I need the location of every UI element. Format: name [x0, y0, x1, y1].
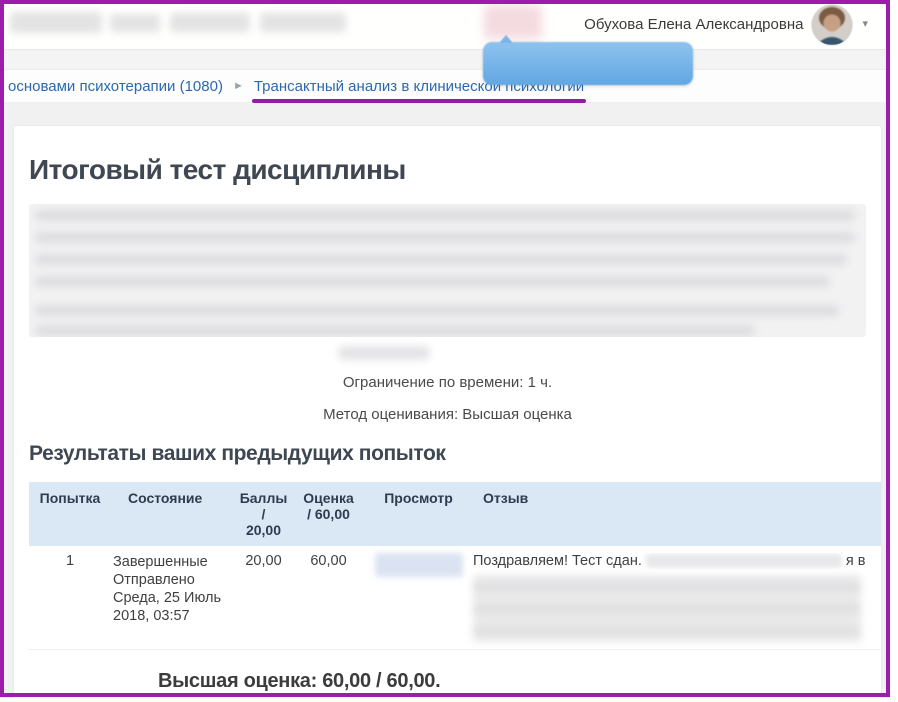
attempt-review-cell	[366, 546, 471, 650]
redacted-text-line	[35, 232, 855, 243]
time-limit-text: Ограничение по времени: 1 ч.	[14, 374, 881, 391]
redacted-text-line	[35, 305, 839, 316]
attempt-feedback: Поздравляем! Тест сдан. я в	[471, 546, 881, 650]
col-feedback: Отзыв	[471, 482, 881, 546]
table-header-row: Попытка Состояние Баллы / 20,00 Оценка /…	[29, 482, 881, 546]
final-grade-text: Высшая оценка: 60,00 / 60,00.	[158, 670, 881, 693]
col-grade: Оценка / 60,00	[291, 482, 366, 546]
chevron-down-icon[interactable]: ▾	[862, 19, 868, 30]
user-avatar[interactable]	[812, 5, 852, 45]
redacted-header-badge	[484, 5, 542, 39]
col-state: Состояние	[111, 482, 236, 546]
redacted-text-line	[35, 210, 855, 221]
breadcrumb-separator-icon: ►	[233, 80, 244, 92]
results-heading: Результаты ваших предыдущих попыток	[29, 442, 881, 466]
attempts-table: Попытка Состояние Баллы / 20,00 Оценка /…	[29, 482, 881, 650]
redacted-text-line	[35, 276, 830, 287]
attempt-grade: 60,00	[291, 546, 366, 650]
attempt-marks: 20,00	[236, 546, 291, 650]
redacted-review-link[interactable]	[375, 553, 463, 577]
top-navbar: Обухова Елена Александровна ▾	[0, 0, 890, 49]
col-attempt: Попытка	[29, 482, 111, 546]
content-card: Итоговый тест дисциплины Ограничение по …	[13, 125, 882, 698]
grading-method-text: Метод оценивания: Высшая оценка	[14, 406, 881, 423]
table-row: 1 Завершенные Отправлено Среда, 25 Июль …	[29, 546, 881, 650]
redacted-feedback-block	[473, 575, 861, 642]
redacted-popup	[483, 42, 693, 85]
redacted-nav-item	[260, 13, 346, 32]
redacted-description	[29, 204, 866, 337]
attempt-state: Завершенные Отправлено Среда, 25 Июль 20…	[111, 546, 236, 650]
feedback-text: Поздравляем! Тест сдан.	[473, 553, 642, 569]
redacted-text-line	[35, 254, 847, 265]
breadcrumb-course-link[interactable]: основами психотерапии (1080)	[8, 78, 223, 95]
redacted-text-line	[338, 346, 430, 360]
feedback-text-tail: я в	[846, 553, 866, 569]
page-title: Итоговый тест дисциплины	[29, 154, 881, 186]
redacted-nav-item	[170, 13, 250, 32]
redacted-nav-item	[110, 14, 160, 32]
col-review: Просмотр	[366, 482, 471, 546]
attempt-number: 1	[29, 546, 111, 650]
user-name[interactable]: Обухова Елена Александровна	[584, 16, 803, 33]
redacted-feedback-inline	[646, 554, 842, 568]
redacted-logo	[10, 12, 102, 33]
secondary-bar	[0, 49, 890, 70]
page: Обухова Елена Александровна ▾ основами п…	[0, 0, 898, 702]
redacted-text-line	[35, 325, 755, 336]
col-marks: Баллы / 20,00	[236, 482, 291, 546]
